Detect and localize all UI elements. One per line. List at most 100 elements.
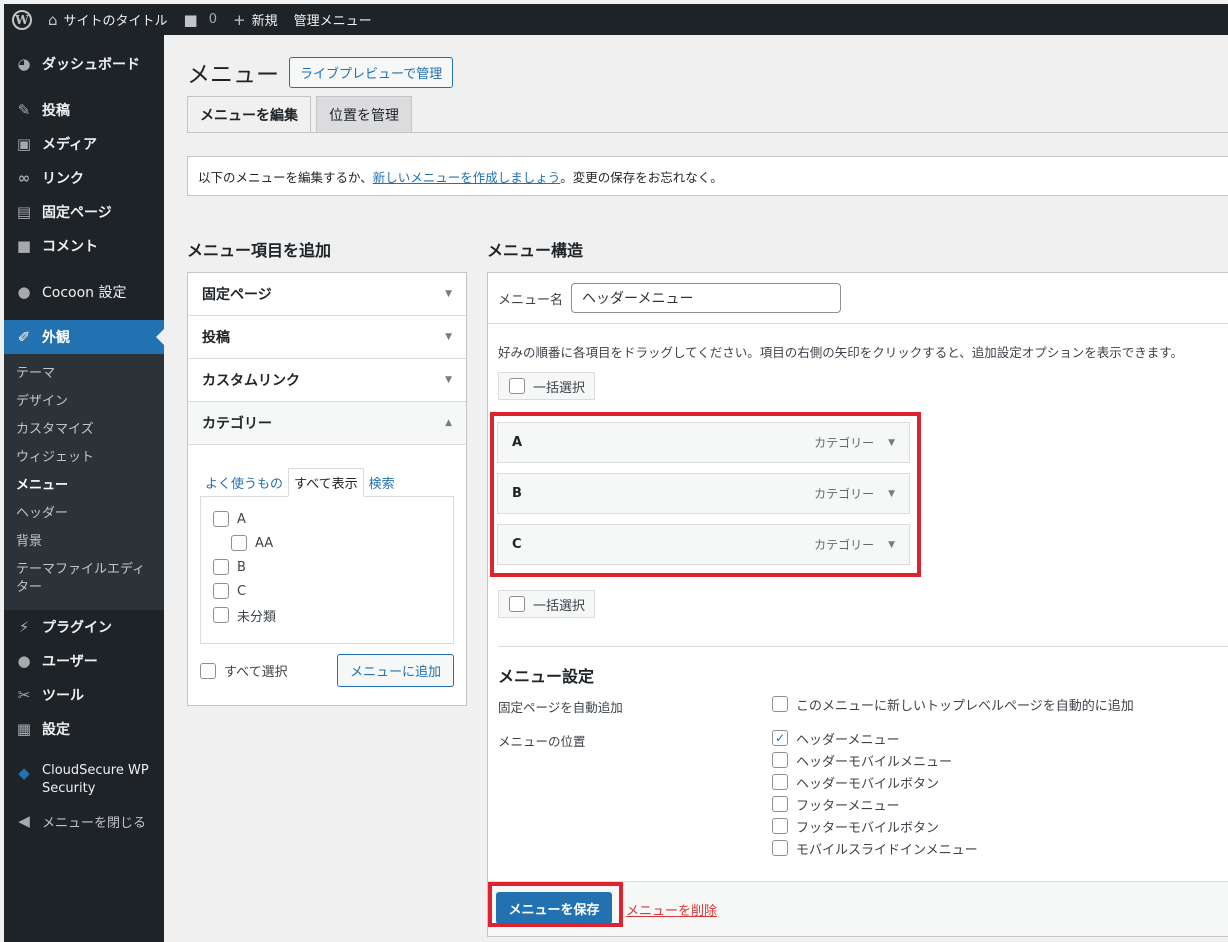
location-header-mobile-menu[interactable]: ヘッダーモバイルメニュー xyxy=(772,749,952,771)
category-checklist: A AA B C 未分類 xyxy=(200,496,454,644)
manage-menu-link[interactable]: 管理メニュー xyxy=(286,4,380,35)
sidebar-item-users[interactable]: ● ユーザー xyxy=(4,644,164,678)
main-content: メニュー ライブプレビューで管理 メニューを編集 位置を管理 以下のメニューを編… xyxy=(164,35,1228,942)
menu-settings-heading: メニュー設定 xyxy=(498,667,595,686)
submenu-item-theme-file-editor[interactable]: テーマファイルエディター xyxy=(4,556,164,602)
submenu-item-widgets[interactable]: ウィジェット xyxy=(4,444,164,472)
submenu-item-customize[interactable]: カスタマイズ xyxy=(4,416,164,444)
menu-item-type: カテゴリー xyxy=(814,436,875,450)
categories-panel: よく使うもの すべて表示 検索 A AA B C 未分類 すべて選択 メニューに… xyxy=(188,445,466,705)
notice-text-after: 。変更の保存をお忘れなく。 xyxy=(560,169,723,185)
checkbox[interactable] xyxy=(213,559,229,575)
sidebar-item-pages[interactable]: ▤ 固定ページ xyxy=(4,195,164,229)
sidebar-item-links[interactable]: ∞ リンク xyxy=(4,161,164,195)
checkbox[interactable] xyxy=(772,752,788,768)
location-footer-mobile-button[interactable]: フッターモバイルボタン xyxy=(772,815,939,837)
select-all-checkbox[interactable]: すべて選択 xyxy=(200,659,288,683)
bulk-select-label: 一括選択 xyxy=(533,598,586,614)
sidebar-item-posts[interactable]: ✎ 投稿 xyxy=(4,93,164,127)
bulk-select-bottom[interactable]: 一括選択 xyxy=(498,590,595,618)
collapse-menu-button[interactable]: ◀ メニューを閉じる xyxy=(4,804,164,838)
submenu-item-background[interactable]: 背景 xyxy=(4,528,164,556)
menu-name-row: メニュー名 ヘッダーメニュー xyxy=(488,273,1228,324)
auto-add-option[interactable]: このメニューに新しいトップレベルページを自動的に追加 xyxy=(772,693,1134,715)
sidebar-item-label: メディア xyxy=(42,137,98,153)
triangle-down-icon[interactable]: ▼ xyxy=(888,438,895,448)
new-content-link[interactable]: + 新規 xyxy=(225,4,286,35)
triangle-down-icon[interactable]: ▼ xyxy=(888,489,895,499)
drag-instructions: 好みの順番に各項目をドラッグしてください。項目の右側の矢印をクリックすると、追加… xyxy=(498,345,1184,360)
location-footer-menu[interactable]: フッターメニュー xyxy=(772,793,899,815)
add-to-menu-button[interactable]: メニューに追加 xyxy=(336,654,454,687)
checkbox[interactable] xyxy=(509,378,525,394)
notice-bar: 以下のメニューを編集するか、 新しいメニューを作成しましょう 。変更の保存をお忘… xyxy=(187,156,1228,196)
checkbox[interactable] xyxy=(213,511,229,527)
menu-name-input[interactable]: ヘッダーメニュー xyxy=(571,283,842,313)
sidebar-item-label: CloudSecure WP Security xyxy=(42,763,149,796)
category-item-aa[interactable]: AA xyxy=(213,531,441,555)
tab-search[interactable]: 検索 xyxy=(364,469,400,496)
location-mobile-slidein-menu[interactable]: モバイルスライドインメニュー xyxy=(772,837,978,859)
page-icon: ▤ xyxy=(16,203,32,221)
checkbox[interactable] xyxy=(200,662,216,679)
wp-logo-button[interactable]: W xyxy=(4,4,40,35)
category-item-b[interactable]: B xyxy=(213,555,441,579)
category-label: B xyxy=(237,559,246,575)
comment-bubble-icon: ■ xyxy=(183,10,198,29)
checkbox[interactable] xyxy=(213,583,229,599)
checkbox[interactable] xyxy=(509,596,525,612)
accordion-categories[interactable]: カテゴリー ▲ xyxy=(188,402,466,445)
triangle-down-icon[interactable]: ▼ xyxy=(888,540,895,550)
menu-item-a[interactable]: A カテゴリー ▼ xyxy=(497,422,910,463)
category-item-uncategorized[interactable]: 未分類 xyxy=(213,603,441,627)
tab-view-all[interactable]: すべて表示 xyxy=(288,468,364,497)
wordpress-logo-icon: W xyxy=(12,9,32,30)
sidebar-item-media[interactable]: ▣ メディア xyxy=(4,127,164,161)
tab-most-used[interactable]: よく使うもの xyxy=(200,469,288,496)
category-item-c[interactable]: C xyxy=(213,579,441,603)
live-preview-button[interactable]: ライブプレビューで管理 xyxy=(289,56,454,88)
comments-link[interactable]: ■ 0 xyxy=(176,4,225,35)
sidebar-item-cocoon-settings[interactable]: ● Cocoon 設定 xyxy=(4,275,164,309)
sidebar-item-settings[interactable]: ▦ 設定 xyxy=(4,712,164,746)
checkbox[interactable] xyxy=(772,696,788,712)
location-header-menu[interactable]: ✓ ヘッダーメニュー xyxy=(772,727,899,749)
sidebar-item-comments[interactable]: ■ コメント xyxy=(4,229,164,263)
checkbox[interactable] xyxy=(772,840,788,856)
sidebar-item-appearance[interactable]: ✐ 外観 xyxy=(4,320,164,354)
location-header-mobile-button[interactable]: ヘッダーモバイルボタン xyxy=(772,771,939,793)
checkbox[interactable] xyxy=(772,774,788,790)
sidebar-item-plugins[interactable]: ⚡ プラグイン xyxy=(4,610,164,644)
settings-icon: ▦ xyxy=(16,720,32,738)
option-label: このメニューに新しいトップレベルページを自動的に追加 xyxy=(796,698,1134,714)
site-title-link[interactable]: ⌂ サイトのタイトル xyxy=(40,4,176,35)
home-icon: ⌂ xyxy=(48,10,58,29)
accordion-posts[interactable]: 投稿 ▼ xyxy=(188,316,466,359)
delete-menu-link[interactable]: メニューを削除 xyxy=(626,900,717,919)
checkbox-checked[interactable]: ✓ xyxy=(772,730,788,746)
menu-item-title: A xyxy=(512,435,523,450)
menu-item-b[interactable]: B カテゴリー ▼ xyxy=(497,473,910,514)
sidebar-item-cloudsecure[interactable]: ◆ CloudSecure WP Security xyxy=(4,756,164,804)
submenu-item-design[interactable]: デザイン xyxy=(4,388,164,416)
checkbox[interactable] xyxy=(772,796,788,812)
checkbox[interactable] xyxy=(213,607,229,623)
bulk-select-top[interactable]: 一括選択 xyxy=(498,372,595,400)
create-new-menu-link[interactable]: 新しいメニューを作成しましょう xyxy=(373,167,561,186)
accordion-pages[interactable]: 固定ページ ▼ xyxy=(188,273,466,316)
submenu-item-menus[interactable]: メニュー xyxy=(4,472,164,500)
accordion-custom-links[interactable]: カスタムリンク ▼ xyxy=(188,359,466,402)
option-label: ヘッダーメニュー xyxy=(796,732,900,748)
sidebar-item-dashboard[interactable]: ◕ ダッシュボード xyxy=(4,47,164,81)
bulk-select-label: 一括選択 xyxy=(533,380,586,396)
tab-manage-locations[interactable]: 位置を管理 xyxy=(316,96,412,133)
submenu-item-themes[interactable]: テーマ xyxy=(4,360,164,388)
tab-edit-menus[interactable]: メニューを編集 xyxy=(187,96,311,133)
menu-item-c[interactable]: C カテゴリー ▼ xyxy=(497,524,910,565)
checkbox[interactable] xyxy=(231,535,247,551)
submenu-item-header[interactable]: ヘッダー xyxy=(4,500,164,528)
menu-location-label: メニューの位置 xyxy=(498,734,586,749)
sidebar-item-tools[interactable]: ✂ ツール xyxy=(4,678,164,712)
checkbox[interactable] xyxy=(772,818,788,834)
category-item-a[interactable]: A xyxy=(213,507,441,531)
